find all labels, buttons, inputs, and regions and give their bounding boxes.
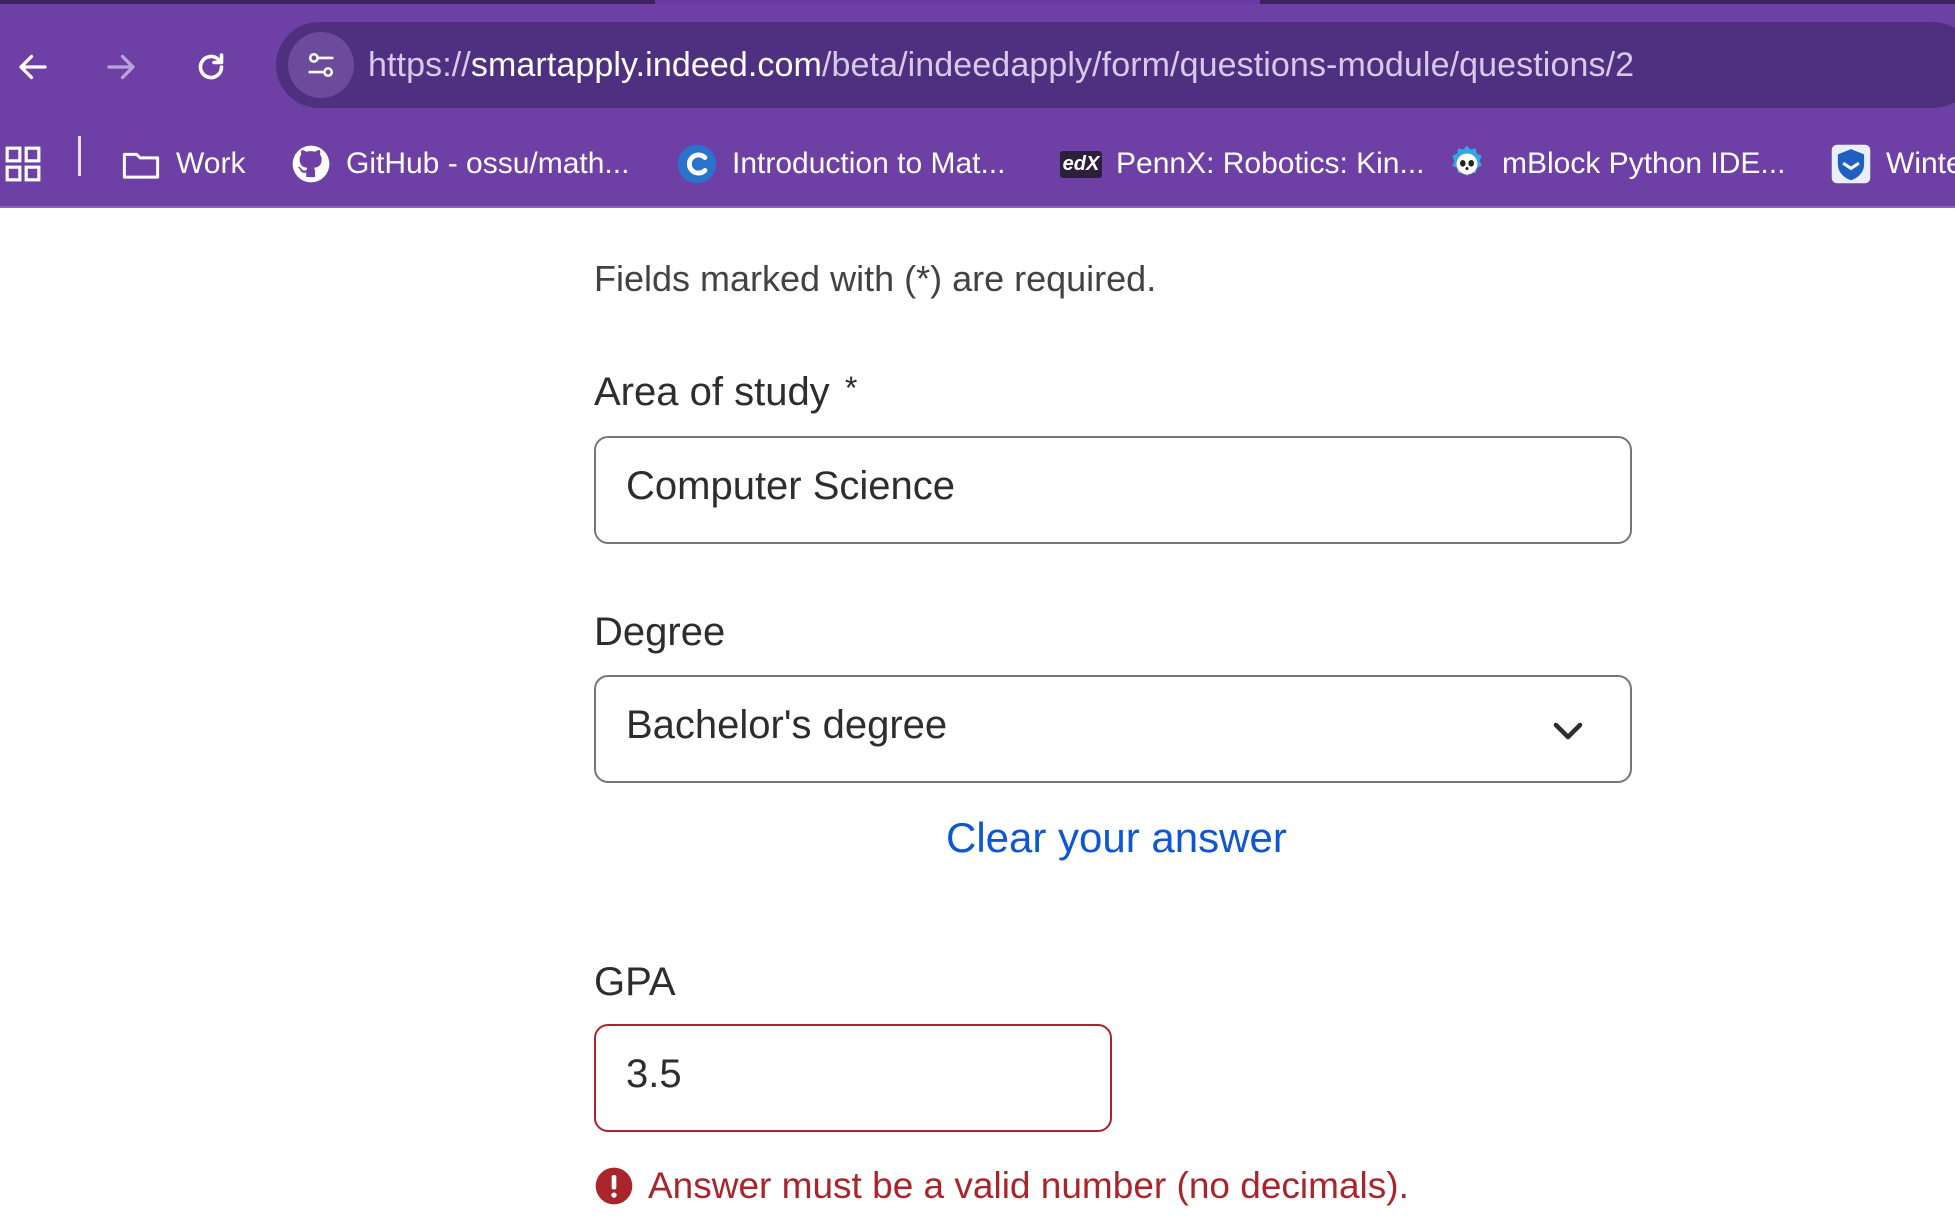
site-info-button[interactable] <box>288 32 354 98</box>
error-icon <box>595 1167 633 1205</box>
bookmarks-bar: Work GitHub - ossu/math... Introduction … <box>0 128 1955 208</box>
back-arrow-icon <box>19 54 47 80</box>
edx-icon: edX <box>1059 143 1103 185</box>
bookmark-mblock[interactable]: mBlock Python IDE... <box>1446 136 1785 192</box>
page-content: Fields marked with (*) are required. Are… <box>0 208 1955 1222</box>
gpa-input[interactable]: 3.5 <box>594 1024 1112 1132</box>
reload-icon <box>198 53 224 80</box>
shield-icon <box>1830 143 1872 185</box>
apps-button[interactable] <box>4 136 42 192</box>
bookmark-github[interactable]: GitHub - ossu/math... <box>290 136 629 192</box>
degree-selected-value: Bachelor's degree <box>626 703 948 747</box>
bookmark-work[interactable]: Work <box>120 136 245 192</box>
gpa-value: 3.5 <box>626 1052 682 1096</box>
bookmark-coursera[interactable]: Introduction to Mat... <box>676 136 1005 192</box>
bookmark-label: Introduction to Mat... <box>732 147 1006 180</box>
coursera-icon <box>676 143 718 185</box>
area-of-study-input[interactable]: Computer Science <box>594 436 1632 544</box>
forward-button[interactable] <box>88 34 154 100</box>
required-fields-note: Fields marked with (*) are required. <box>594 258 1157 299</box>
edx-logo-text: edX <box>1059 150 1103 178</box>
bookmark-label: mBlock Python IDE... <box>1502 147 1786 180</box>
folder-icon <box>120 143 162 185</box>
area-of-study-label-text: Area of study <box>594 370 830 414</box>
degree-label: Degree <box>594 610 726 654</box>
bookmarks-divider <box>78 136 81 176</box>
mblock-panda-icon <box>1446 143 1488 185</box>
clear-answer-link[interactable]: Clear your answer <box>946 814 1287 862</box>
apps-grid-icon <box>5 146 41 182</box>
degree-select[interactable]: Bachelor's degree <box>594 675 1632 783</box>
url-host: smartapply.indeed.com <box>470 46 822 84</box>
url-path: /beta/indeedapply/form/questions-module/… <box>821 46 1635 84</box>
bookmark-label: Work <box>176 147 246 180</box>
gpa-label: GPA <box>594 960 676 1004</box>
forward-arrow-icon <box>107 54 135 80</box>
bookmark-label: GitHub - ossu/math... <box>346 147 630 180</box>
address-bar[interactable]: https://smartapply.indeed.com/beta/indee… <box>276 22 1955 108</box>
bookmark-label: PennX: Robotics: Kin... <box>1116 147 1425 180</box>
gpa-error-message: Answer must be a valid number (no decima… <box>594 1156 1409 1216</box>
gpa-error-text: Answer must be a valid number (no decima… <box>648 1165 1409 1206</box>
reload-button[interactable] <box>178 34 244 100</box>
url-scheme: https:// <box>368 46 471 84</box>
bookmark-winter[interactable]: Winte <box>1830 136 1955 192</box>
area-of-study-value: Computer Science <box>626 464 956 508</box>
back-button[interactable] <box>0 34 66 100</box>
area-of-study-label: Area of study * <box>594 370 857 415</box>
tune-icon <box>308 52 334 78</box>
url-text[interactable]: https://smartapply.indeed.com/beta/indee… <box>368 41 1634 89</box>
github-icon <box>290 143 332 185</box>
browser-toolbar: https://smartapply.indeed.com/beta/indee… <box>0 4 1955 128</box>
required-asterisk: * <box>844 370 858 406</box>
bookmark-label: Winte <box>1886 147 1955 180</box>
bookmark-edx[interactable]: edX PennX: Robotics: Kin... <box>1059 136 1425 192</box>
chevron-down-icon <box>1553 722 1583 740</box>
